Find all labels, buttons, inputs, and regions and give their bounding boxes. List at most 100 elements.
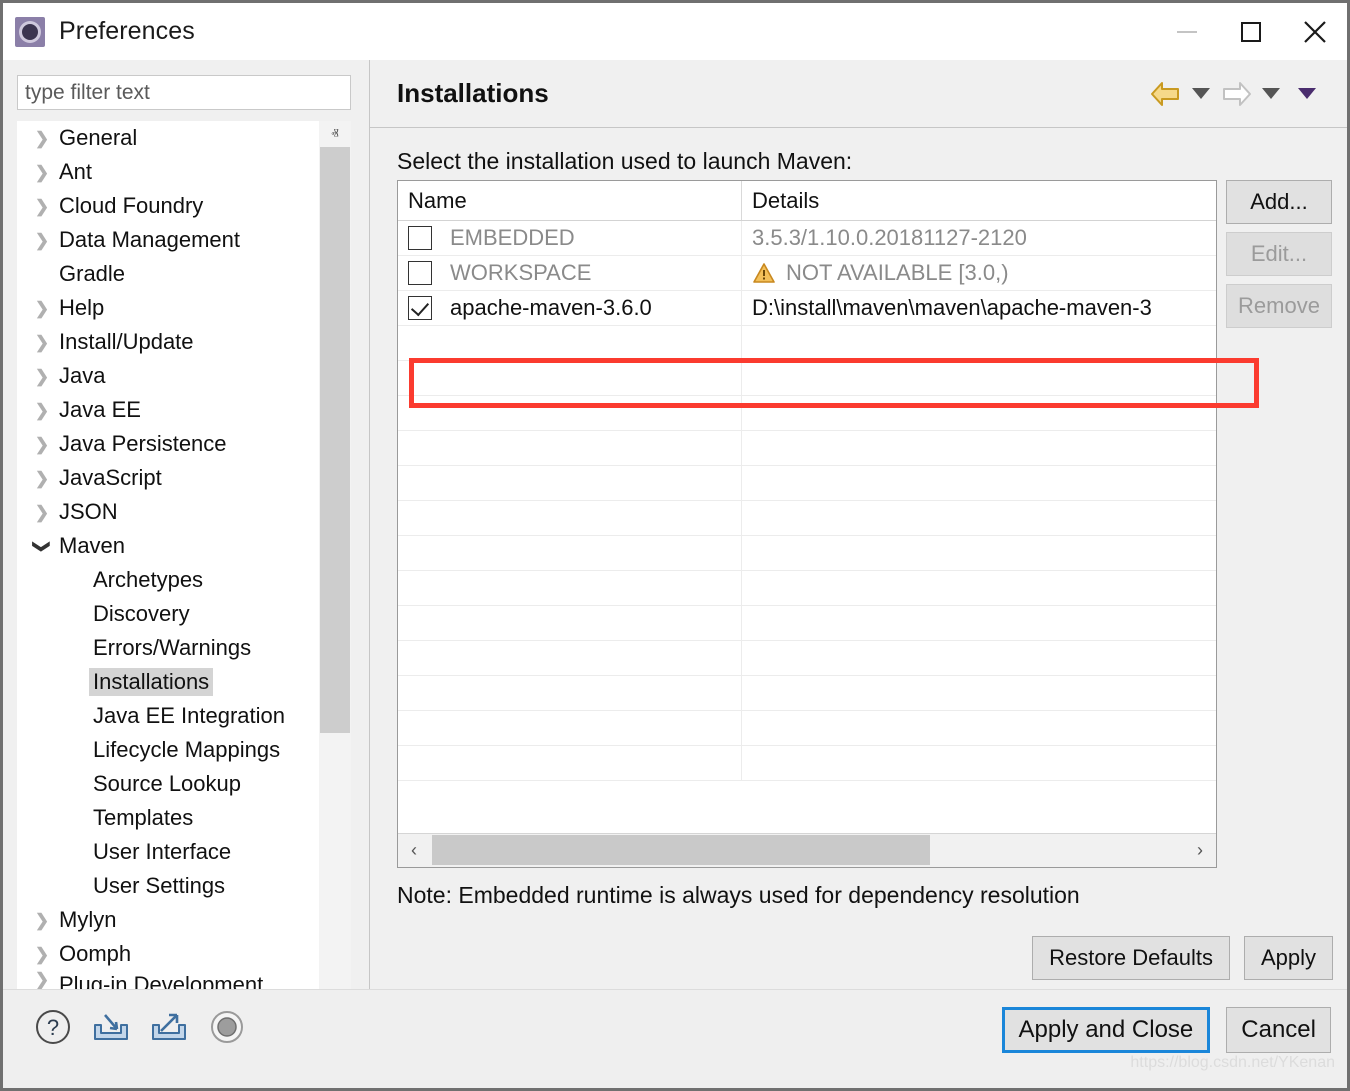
help-icon[interactable]: ? — [31, 1005, 75, 1049]
sidebar-item-archetypes[interactable]: Archetypes — [17, 563, 335, 597]
table-empty-row — [398, 536, 1216, 571]
minimize-button[interactable] — [1155, 3, 1219, 60]
table-row[interactable]: apache-maven-3.6.0 D:\install\maven\maven… — [398, 291, 1216, 326]
sidebar-item-data-management[interactable]: ❯ Data Management — [17, 223, 335, 257]
window-controls — [1155, 3, 1347, 60]
installation-checkbox[interactable] — [408, 296, 432, 320]
installation-checkbox[interactable] — [408, 261, 432, 285]
sidebar-item-ant[interactable]: ❯ Ant — [17, 155, 335, 189]
chevron-right-icon[interactable]: ❯ — [29, 164, 55, 181]
toggle-icon[interactable] — [205, 1005, 249, 1049]
sidebar-item-gradle[interactable]: Gradle — [17, 257, 335, 291]
export-icon[interactable] — [147, 1005, 191, 1049]
hscroll-track[interactable] — [430, 834, 1184, 867]
sidebar-item-java-ee-integration[interactable]: Java EE Integration — [17, 699, 335, 733]
sidebar-item-label: Cloud Foundry — [55, 192, 207, 220]
hscroll-thumb[interactable] — [432, 835, 930, 865]
hscroll-right-arrow[interactable]: › — [1184, 840, 1216, 861]
chevron-right-icon[interactable]: ❯ — [29, 470, 55, 487]
svg-text:?: ? — [47, 1015, 59, 1040]
chevron-right-icon[interactable]: ❯ — [29, 130, 55, 147]
installation-name: EMBEDDED — [450, 225, 575, 251]
sidebar-item-javascript[interactable]: ❯ JavaScript — [17, 461, 335, 495]
column-header-name[interactable]: Name — [398, 181, 742, 220]
sidebar-item-java-persistence[interactable]: ❯ Java Persistence — [17, 427, 335, 461]
sidebar-item-templates[interactable]: Templates — [17, 801, 335, 835]
page-note: Note: Embedded runtime is always used fo… — [397, 882, 1080, 909]
table-empty-row — [398, 396, 1216, 431]
preference-page: Installations Select the installation us… — [369, 60, 1347, 992]
sidebar-item-label: Java EE Integration — [89, 702, 289, 730]
sidebar-item-installations[interactable]: Installations — [17, 665, 335, 699]
sidebar-item-lifecycle-mappings[interactable]: Lifecycle Mappings — [17, 733, 335, 767]
sidebar-item-errors-warnings[interactable]: Errors/Warnings — [17, 631, 335, 665]
table-row[interactable]: EMBEDDED 3.5.3/1.10.0.20181127-2120 — [398, 221, 1216, 256]
table-empty-row — [398, 361, 1216, 396]
cancel-button[interactable]: Cancel — [1226, 1007, 1331, 1053]
hscroll-left-arrow[interactable]: ‹ — [398, 840, 430, 861]
sidebar-item-label: Lifecycle Mappings — [89, 736, 284, 764]
table-row[interactable]: WORKSPACE NOT AVAILABLE [3.0,) — [398, 256, 1216, 291]
chevron-right-icon[interactable]: ❯ — [29, 946, 55, 963]
close-button[interactable] — [1283, 3, 1347, 60]
sidebar-item-install-update[interactable]: ❯ Install/Update — [17, 325, 335, 359]
sidebar-item-label: Help — [55, 294, 108, 322]
sidebar-item-source-lookup[interactable]: Source Lookup — [17, 767, 335, 801]
filter-input[interactable] — [17, 75, 351, 110]
page-menu-dropdown-icon[interactable] — [1298, 88, 1316, 99]
apply-and-close-button[interactable]: Apply and Close — [1002, 1007, 1211, 1053]
back-dropdown-icon[interactable] — [1192, 88, 1210, 99]
sidebar-item-user-interface[interactable]: User Interface — [17, 835, 335, 869]
chevron-right-icon[interactable]: ❯ — [29, 912, 55, 929]
table-horizontal-scrollbar[interactable]: ‹ › — [398, 833, 1216, 867]
chevron-down-icon[interactable]: ❯ — [34, 533, 51, 559]
table-cell-details: D:\install\maven\maven\apache-maven-3 — [742, 291, 1216, 325]
back-arrow-icon[interactable] — [1149, 79, 1183, 109]
sidebar-item-maven[interactable]: ❯ Maven — [17, 529, 335, 563]
installations-table[interactable]: Name Details EMBEDDED 3.5.3/1.10.0.201811… — [397, 180, 1217, 868]
forward-dropdown-icon[interactable] — [1262, 88, 1280, 99]
restore-defaults-button[interactable]: Restore Defaults — [1032, 936, 1230, 980]
sidebar-item-label: Discovery — [89, 600, 194, 628]
sidebar-item-help[interactable]: ❯ Help — [17, 291, 335, 325]
column-header-details[interactable]: Details — [742, 181, 1216, 220]
chevron-right-icon[interactable]: ❯ — [29, 198, 55, 215]
table-cell-details: NOT AVAILABLE [3.0,) — [742, 256, 1216, 290]
scroll-up-arrow[interactable]: ⱏ — [319, 121, 351, 147]
chevron-right-icon[interactable]: ❯ — [29, 436, 55, 453]
sidebar-item-mylyn[interactable]: ❯ Mylyn — [17, 903, 335, 937]
apply-button[interactable]: Apply — [1244, 936, 1333, 980]
chevron-right-icon[interactable]: ❯ — [29, 334, 55, 351]
table-cell-name — [398, 641, 742, 675]
sidebar-item-label: Install/Update — [55, 328, 198, 356]
scroll-thumb[interactable] — [320, 147, 350, 733]
sidebar-item-general[interactable]: ❯ General — [17, 121, 335, 155]
installation-checkbox[interactable] — [408, 226, 432, 250]
sidebar-item-user-settings[interactable]: User Settings — [17, 869, 335, 903]
sidebar-item-java-ee[interactable]: ❯ Java EE — [17, 393, 335, 427]
tree-item-list: ❯ General ❯ Ant ❯ Cloud Foundry ❯ Data Manageme… — [17, 121, 335, 993]
table-cell-name: WORKSPACE — [398, 256, 742, 290]
add-button[interactable]: Add... — [1226, 180, 1332, 224]
tree-vertical-scrollbar[interactable]: ⱏ ⱟ — [319, 121, 351, 996]
chevron-right-icon[interactable]: ❯ — [29, 402, 55, 419]
maximize-button[interactable] — [1219, 3, 1283, 60]
sidebar-item-json[interactable]: ❯ JSON — [17, 495, 335, 529]
table-cell-name — [398, 676, 742, 710]
table-body: EMBEDDED 3.5.3/1.10.0.20181127-2120 WORKSP… — [398, 221, 1216, 781]
edit-button: Edit... — [1226, 232, 1332, 276]
import-icon[interactable] — [89, 1005, 133, 1049]
sidebar-item-discovery[interactable]: Discovery — [17, 597, 335, 631]
sidebar-item-label: Ant — [55, 158, 96, 186]
chevron-right-icon[interactable]: ❯ — [29, 368, 55, 385]
chevron-right-icon[interactable]: ❯ — [29, 300, 55, 317]
page-buttons: Restore Defaults Apply — [1032, 936, 1333, 980]
table-cell-details — [742, 466, 1216, 500]
chevron-right-icon[interactable]: ❯ — [29, 232, 55, 249]
preferences-tree[interactable]: ❯ General ❯ Ant ❯ Cloud Foundry ❯ Data Manageme… — [17, 121, 351, 996]
sidebar-item-cloud-foundry[interactable]: ❯ Cloud Foundry — [17, 189, 335, 223]
sidebar-item-java[interactable]: ❯ Java — [17, 359, 335, 393]
sidebar-item-oomph[interactable]: ❯ Oomph — [17, 937, 335, 971]
chevron-right-icon[interactable]: ❯ — [29, 971, 55, 988]
chevron-right-icon[interactable]: ❯ — [29, 504, 55, 521]
